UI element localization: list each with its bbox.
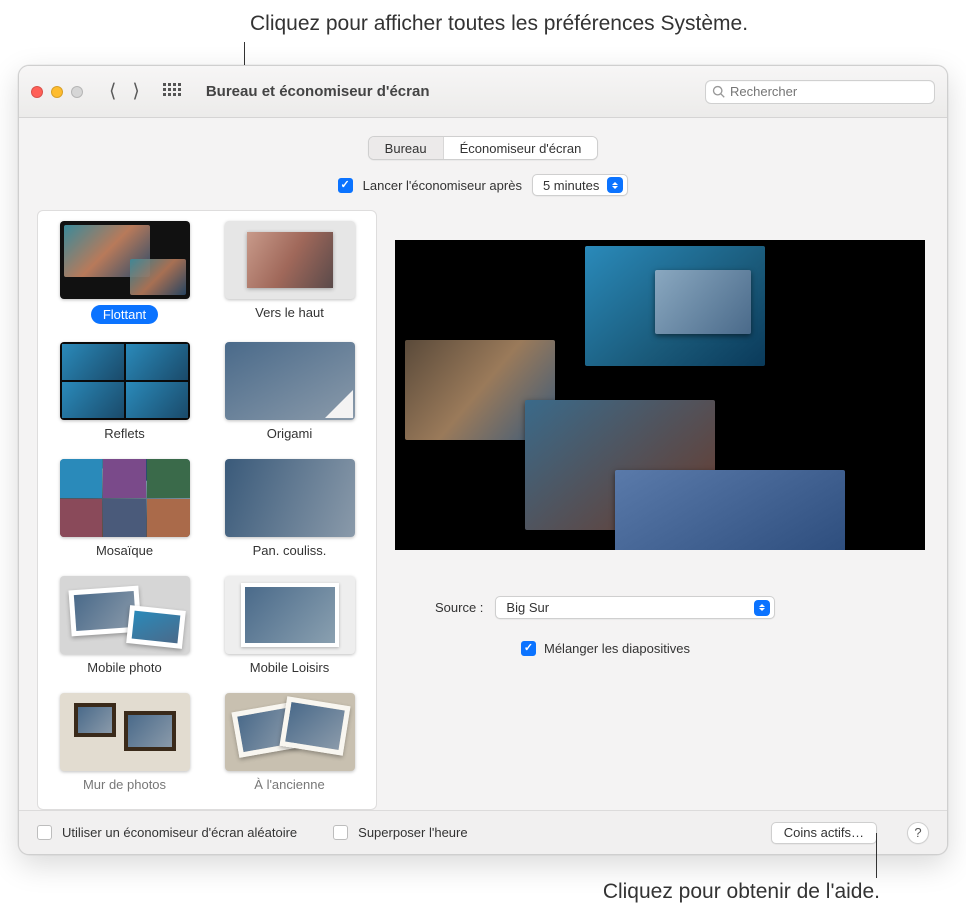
prefs-window: ⟨ ⟩ Bureau et économiseur d'écran Bureau… (18, 65, 948, 855)
search-field[interactable] (705, 80, 935, 104)
saver-label: Pan. couliss. (253, 543, 327, 558)
shuffle-checkbox[interactable] (521, 641, 536, 656)
screensaver-preview[interactable] (395, 240, 925, 550)
shuffle-row: Mélanger les diapositives (395, 641, 925, 656)
saver-thumb (225, 221, 355, 299)
source-value: Big Sur (506, 600, 754, 615)
saver-label: Mobile photo (87, 660, 161, 675)
main-split: Flottant Vers le haut Reflets Origami (37, 210, 929, 810)
saver-mur-de-photos[interactable]: Mur de photos (52, 693, 197, 792)
saver-label: À l'ancienne (254, 777, 324, 792)
source-row: Source : Big Sur (395, 596, 925, 619)
hot-corners-button[interactable]: Coins actifs… (771, 822, 877, 844)
saver-reflets[interactable]: Reflets (52, 342, 197, 441)
caret-icon (607, 177, 623, 193)
saver-flottant[interactable]: Flottant (52, 221, 197, 324)
random-checkbox[interactable] (37, 825, 52, 840)
saver-thumb (225, 576, 355, 654)
callout-line (876, 833, 877, 878)
bottom-bar: Utiliser un économiseur d'écran aléatoir… (19, 810, 947, 854)
saver-mobile-photo[interactable]: Mobile photo (52, 576, 197, 675)
start-after-label: Lancer l'économiseur après (363, 178, 522, 193)
saver-mosaique[interactable]: Mosaïque (52, 459, 197, 558)
show-all-icon[interactable] (162, 82, 182, 102)
shuffle-label: Mélanger les diapositives (544, 641, 690, 656)
saver-label: Mosaïque (96, 543, 153, 558)
saver-label: Vers le haut (255, 305, 324, 320)
minimize-button[interactable] (51, 86, 63, 98)
random-label: Utiliser un économiseur d'écran aléatoir… (62, 825, 297, 840)
saver-origami[interactable]: Origami (217, 342, 362, 441)
saver-label: Origami (267, 426, 313, 441)
saver-label: Mur de photos (83, 777, 166, 792)
source-label: Source : (435, 600, 483, 615)
segmented-control: Bureau Économiseur d'écran (368, 136, 599, 160)
nav-arrows: ⟨ ⟩ (103, 78, 146, 105)
saver-thumb (225, 342, 355, 420)
saver-thumb (225, 693, 355, 771)
tab-screensaver[interactable]: Économiseur d'écran (444, 137, 598, 159)
saver-label: Mobile Loisirs (250, 660, 329, 675)
saver-thumb (225, 459, 355, 537)
caret-icon (754, 600, 770, 616)
titlebar: ⟨ ⟩ Bureau et économiseur d'écran (19, 66, 947, 118)
zoom-button (71, 86, 83, 98)
screensaver-list[interactable]: Flottant Vers le haut Reflets Origami (37, 210, 377, 810)
close-button[interactable] (31, 86, 43, 98)
saver-vers-le-haut[interactable]: Vers le haut (217, 221, 362, 324)
help-button[interactable]: ? (907, 822, 929, 844)
saver-thumb (60, 459, 190, 537)
saver-a-lancienne[interactable]: À l'ancienne (217, 693, 362, 792)
saver-label: Flottant (91, 305, 158, 324)
preview-column: Source : Big Sur Mélanger les diapositiv… (395, 210, 929, 810)
callout-show-all: Cliquez pour afficher toutes les préfére… (250, 12, 748, 36)
overlay-clock-checkbox[interactable] (333, 825, 348, 840)
forward-button[interactable]: ⟩ (126, 78, 145, 105)
saver-thumb (60, 342, 190, 420)
start-after-row: Lancer l'économiseur après 5 minutes (37, 174, 929, 196)
start-after-value: 5 minutes (543, 178, 599, 193)
window-controls (31, 86, 83, 98)
saver-thumb (60, 693, 190, 771)
tabs-row: Bureau Économiseur d'écran (37, 136, 929, 160)
saver-thumb (60, 221, 190, 299)
overlay-clock-label: Superposer l'heure (358, 825, 467, 840)
start-after-select[interactable]: 5 minutes (532, 174, 628, 196)
tab-desktop[interactable]: Bureau (369, 137, 444, 159)
saver-thumb (60, 576, 190, 654)
saver-mobile-loisirs[interactable]: Mobile Loisirs (217, 576, 362, 675)
search-input[interactable] (730, 84, 928, 99)
preview-tile (615, 470, 845, 550)
saver-pan-couliss[interactable]: Pan. couliss. (217, 459, 362, 558)
window-title: Bureau et économiseur d'écran (206, 83, 430, 100)
content-area: Bureau Économiseur d'écran Lancer l'écon… (19, 118, 947, 810)
back-button[interactable]: ⟨ (103, 78, 122, 105)
callout-help: Cliquez pour obtenir de l'aide. (603, 880, 880, 904)
start-after-checkbox[interactable] (338, 178, 353, 193)
screensaver-grid: Flottant Vers le haut Reflets Origami (44, 221, 370, 792)
search-icon (712, 85, 726, 99)
saver-label: Reflets (104, 426, 144, 441)
source-select[interactable]: Big Sur (495, 596, 775, 619)
preview-tile (655, 270, 751, 334)
